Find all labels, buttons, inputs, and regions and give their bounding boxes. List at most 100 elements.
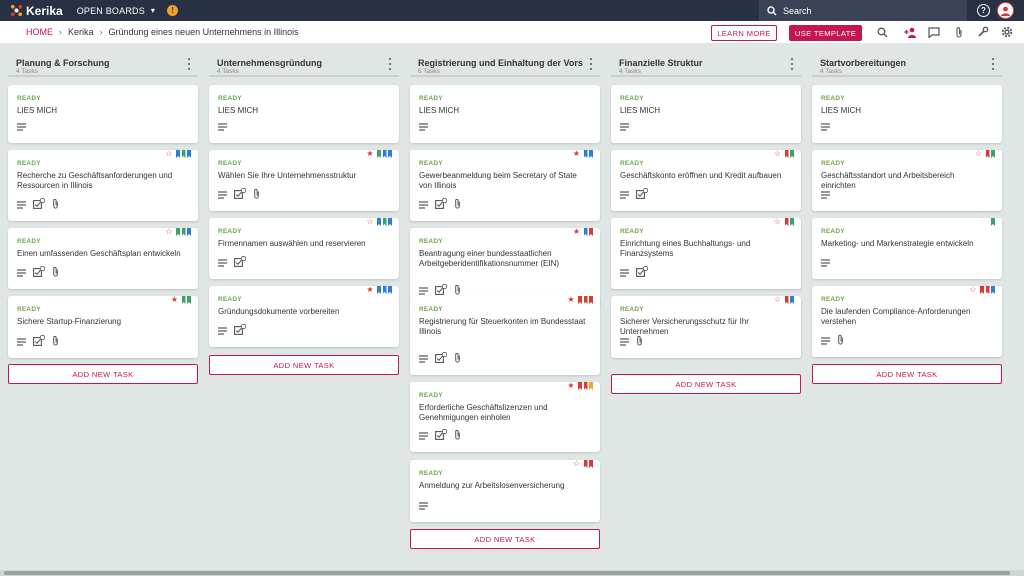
star-outline-icon[interactable]: ☆: [165, 228, 172, 236]
task-status-label: READY: [218, 296, 242, 303]
add-person-icon[interactable]: [903, 25, 917, 39]
scrollbar-thumb[interactable]: [4, 571, 1010, 575]
tag-flag-icon: [187, 150, 191, 158]
search-board-icon[interactable]: [875, 25, 889, 39]
task-card[interactable]: READY Die laufenden Compliance-Anforderun…: [812, 286, 1002, 357]
checklist-icon: [234, 186, 247, 204]
board-column: Unternehmensgründung 4 Tasks: [209, 53, 399, 77]
star-outline-icon[interactable]: ☆: [165, 150, 172, 158]
tag-flag-icon: [985, 150, 990, 158]
chat-icon[interactable]: [927, 25, 941, 39]
breadcrumb-account[interactable]: Kerika: [68, 27, 94, 37]
attachment-icon[interactable]: [952, 25, 966, 39]
tag-flag-icon: [790, 296, 794, 304]
wrench-icon[interactable]: [976, 25, 990, 39]
search-icon: [767, 5, 777, 15]
add-new-task-button[interactable]: ADD NEW TASK: [209, 355, 399, 375]
star-filled-icon[interactable]: ★: [567, 382, 574, 390]
task-card[interactable]: READY Geschäftsstandort und Arbeitsbereic…: [812, 150, 1002, 211]
star-outline-icon[interactable]: ☆: [573, 460, 580, 468]
star-outline-icon[interactable]: ☆: [366, 218, 373, 226]
task-card[interactable]: READY Gewerbeanmeldung beim Secretary of …: [410, 150, 600, 221]
task-card[interactable]: READY Erforderliche Geschäftslizenzen und…: [410, 382, 600, 452]
task-card[interactable]: READY LIES MICH: [611, 85, 801, 143]
task-card[interactable]: READY Anmeldung zur Arbeitslosenversicher…: [410, 460, 600, 522]
column-title[interactable]: Planung & Forschung: [16, 58, 110, 68]
task-card[interactable]: READY Wählen Sie Ihre Unternehmensstruktu…: [209, 150, 399, 211]
tag-flag-icon: [388, 218, 392, 226]
star-outline-icon[interactable]: ☆: [774, 296, 781, 304]
board-status-icon[interactable]: !: [167, 5, 179, 16]
task-card[interactable]: READY Registrierung für Steuerkonten im B…: [410, 296, 600, 375]
task-tags: ☆: [366, 218, 392, 226]
kerika-logo[interactable]: Kerika: [10, 4, 63, 18]
star-outline-icon[interactable]: ☆: [969, 286, 976, 294]
task-title: Einrichtung eines Buchhaltungs- und Fina…: [620, 239, 751, 258]
star-filled-icon[interactable]: ★: [567, 296, 574, 304]
checklist-icon: [435, 196, 448, 214]
star-filled-icon[interactable]: ★: [573, 228, 580, 236]
star-filled-icon[interactable]: ★: [366, 286, 373, 294]
learn-more-button[interactable]: LEARN MORE: [711, 25, 777, 41]
add-new-task-button[interactable]: ADD NEW TASK: [812, 364, 1002, 384]
task-card[interactable]: READY Recherche zu Geschäftsanforderungen…: [8, 150, 198, 221]
gear-icon[interactable]: [1000, 25, 1014, 39]
task-indicators: [620, 186, 655, 204]
task-title: Wählen Sie Ihre Unternehmensstruktur: [218, 171, 357, 180]
task-card[interactable]: READY Firmennamen auswählen und reservier…: [209, 218, 399, 279]
column-menu-icon[interactable]: [387, 58, 393, 70]
horizontal-scrollbar[interactable]: [0, 570, 1024, 576]
task-card[interactable]: READY LIES MICH: [8, 85, 198, 143]
add-new-task-button[interactable]: ADD NEW TASK: [8, 364, 198, 384]
task-status-label: READY: [821, 228, 845, 235]
star-filled-icon[interactable]: ★: [366, 150, 373, 158]
column-title[interactable]: Unternehmensgründung: [217, 58, 322, 68]
open-boards-menu[interactable]: OPEN BOARDS ▾: [77, 6, 155, 16]
star-filled-icon[interactable]: ★: [171, 296, 178, 304]
task-indicators: [620, 264, 655, 282]
tag-flag-icon: [790, 218, 794, 226]
task-status-label: READY: [419, 392, 443, 399]
task-card[interactable]: READY Gründungsdokumente vorbereiten ★: [209, 286, 399, 347]
column-menu-icon[interactable]: [186, 58, 192, 70]
tag-flag-icon: [991, 218, 995, 226]
column-header: Planung & Forschung 4 Tasks: [8, 53, 198, 77]
star-filled-icon[interactable]: ★: [573, 150, 580, 158]
task-card[interactable]: READY LIES MICH: [812, 85, 1002, 143]
task-card[interactable]: READY Einrichtung eines Buchhaltungs- und…: [611, 218, 801, 289]
add-new-task-button[interactable]: ADD NEW TASK: [410, 529, 600, 549]
task-card[interactable]: READY LIES MICH: [209, 85, 399, 143]
task-card[interactable]: READY Sicherer Versicherungsschutz für Ih…: [611, 296, 801, 358]
use-template-button[interactable]: USE TEMPLATE: [789, 25, 862, 41]
column-title[interactable]: Finanzielle Struktur: [619, 58, 703, 68]
breadcrumb-home[interactable]: HOME: [26, 27, 53, 37]
search-field[interactable]: Search: [759, 0, 967, 21]
column-menu-icon[interactable]: [588, 58, 594, 70]
tag-flag-icon: [583, 382, 588, 390]
star-outline-icon[interactable]: ☆: [774, 218, 781, 226]
user-avatar[interactable]: [997, 2, 1014, 19]
star-outline-icon[interactable]: ☆: [975, 150, 982, 158]
column-menu-icon[interactable]: [789, 58, 795, 70]
task-card[interactable]: READY LIES MICH: [410, 85, 600, 143]
help-icon[interactable]: ?: [977, 4, 990, 17]
tag-flag-icon: [377, 150, 381, 158]
task-tags: ☆: [969, 286, 995, 294]
task-card[interactable]: READY Sichere Startup-Finanzierung ★: [8, 296, 198, 358]
task-status-label: READY: [419, 95, 443, 102]
task-status-label: READY: [218, 160, 242, 167]
column-title[interactable]: Registrierung und Einhaltung der Vorschr…: [418, 58, 583, 68]
description-icon: [17, 196, 26, 214]
star-outline-icon[interactable]: ☆: [774, 150, 781, 158]
add-new-task-button[interactable]: ADD NEW TASK: [611, 374, 801, 394]
task-card[interactable]: READY Marketing- und Markenstrategie entw…: [812, 218, 1002, 279]
task-status-label: READY: [821, 296, 845, 303]
column-title[interactable]: Startvorbereitungen: [820, 58, 906, 68]
task-status-label: READY: [419, 238, 443, 245]
task-card[interactable]: READY Einen umfassenden Geschäftsplan ent…: [8, 228, 198, 289]
task-status-label: READY: [620, 306, 644, 313]
attachment-icon: [52, 264, 59, 282]
column-menu-icon[interactable]: [990, 58, 996, 70]
attachment-icon: [454, 427, 461, 445]
task-card[interactable]: READY Geschäftskonto eröffnen und Kredit …: [611, 150, 801, 211]
